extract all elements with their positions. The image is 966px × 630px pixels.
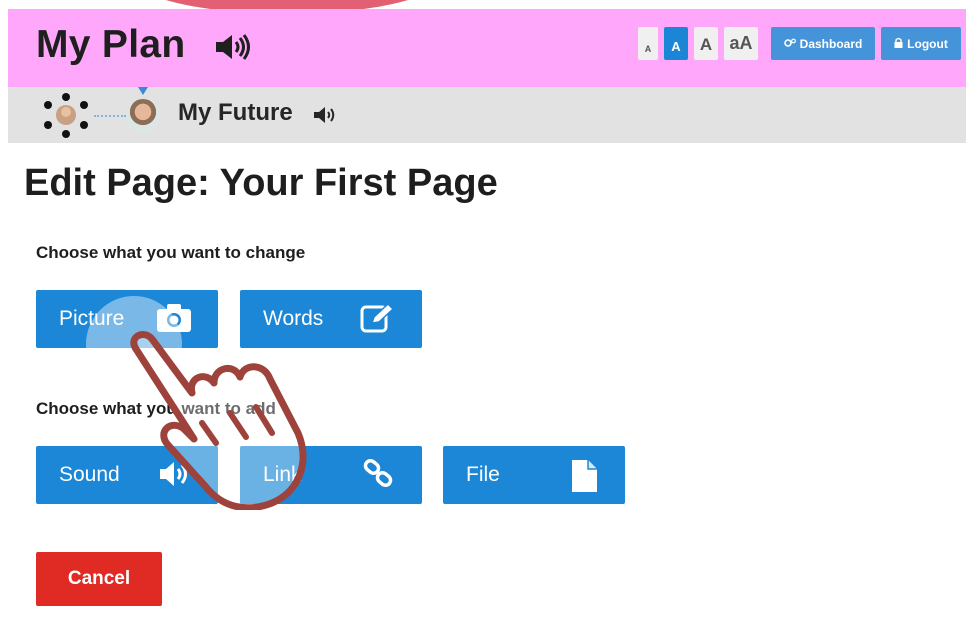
current-location-marker — [138, 87, 148, 95]
gears-icon — [783, 37, 796, 51]
breadcrumb-current[interactable]: My Future — [178, 99, 293, 127]
speaker-icon[interactable] — [214, 33, 252, 66]
text-size-toggle-button[interactable]: aA — [724, 27, 758, 60]
top-header-bar: My Plan A A A aA Dashboard Logout — [8, 9, 966, 87]
logout-label: Logout — [907, 36, 948, 51]
text-size-medium-button[interactable]: A — [694, 27, 718, 60]
change-section-label: Choose what you want to change — [36, 243, 306, 262]
edit-icon — [360, 302, 396, 339]
lock-icon — [894, 37, 903, 51]
network-people-icon[interactable] — [40, 93, 92, 144]
text-size-smallest-button[interactable]: A — [638, 27, 658, 60]
dashboard-label: Dashboard — [799, 36, 863, 51]
text-size-controls: A A A aA — [638, 27, 758, 60]
file-icon — [569, 459, 599, 499]
breadcrumb: My Future — [8, 87, 966, 143]
text-size-small-button[interactable]: A — [664, 27, 688, 60]
dashboard-button[interactable]: Dashboard — [771, 27, 875, 60]
pointing-hand-icon — [110, 315, 310, 515]
avatar[interactable] — [126, 99, 160, 133]
cancel-button[interactable]: Cancel — [36, 552, 162, 606]
speaker-icon[interactable] — [313, 106, 339, 129]
link-icon — [362, 458, 396, 495]
logout-button[interactable]: Logout — [881, 27, 961, 60]
app-title: My Plan — [36, 23, 186, 66]
breadcrumb-connector — [94, 115, 126, 117]
page-title: Edit Page: Your First Page — [24, 162, 498, 204]
file-button[interactable]: File — [443, 446, 625, 504]
file-label: File — [466, 463, 500, 486]
